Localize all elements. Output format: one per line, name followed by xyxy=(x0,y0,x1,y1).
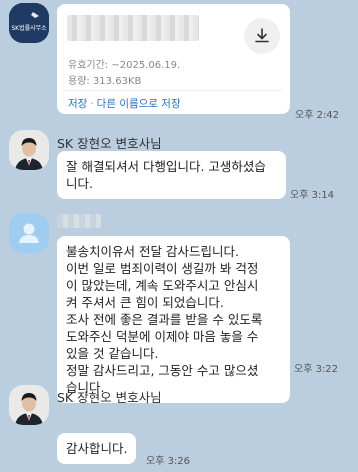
message-line: 불송치이유서 전달 감사드립니다. xyxy=(66,244,239,259)
law-firm-logo-icon: SK법률사무소 xyxy=(9,3,49,43)
lawyer-avatar[interactable] xyxy=(9,385,49,425)
law-firm-logo-avatar[interactable]: SK법률사무소 xyxy=(9,3,49,43)
lawyer-photo-icon xyxy=(9,130,49,170)
message-time: 오후 3:14 xyxy=(290,190,335,201)
sender-name: SK 장현오 변호사님 xyxy=(57,136,162,151)
message-time: 오후 3:26 xyxy=(146,456,191,467)
download-button[interactable] xyxy=(244,18,280,54)
message-line: 정말 감사드리고, 그동안 수고 많으셨 xyxy=(66,363,259,378)
lawyer-avatar[interactable] xyxy=(9,130,49,170)
download-icon xyxy=(255,28,269,43)
save-as-link[interactable]: 다른 이름으로 저장 xyxy=(97,98,181,110)
message-line: 이 많았는데, 계속 도와주시고 안심시 xyxy=(66,278,259,293)
file-expiry: 유효기간: ~2025.06.19. xyxy=(68,60,181,71)
sender-name: SK 장현오 변호사님 xyxy=(57,390,162,405)
message-time: 오후 2:42 xyxy=(295,110,340,121)
message-line: 감사합니다. xyxy=(66,441,128,456)
message-line: 조사 전에 좋은 결과를 받을 수 있도록 xyxy=(66,312,263,327)
default-profile-icon xyxy=(9,213,49,253)
sender-name-redacted xyxy=(57,214,101,228)
file-actions: 저장 · 다른 이름으로 저장 xyxy=(68,96,181,111)
message-line: 도와주신 덕분에 이제야 마음 놓을 수 xyxy=(66,329,259,344)
message-line: 니다. xyxy=(66,176,93,191)
message-line: 켜 주셔서 큰 힘이 되었습니다. xyxy=(66,295,224,310)
svg-text:SK법률사무소: SK법률사무소 xyxy=(11,24,47,32)
file-attachment-card[interactable]: 유효기간: ~2025.06.19. 용량: 313.63KB 저장 · 다른 이름… xyxy=(57,4,290,114)
message-bubble[interactable]: 불송치이유서 전달 감사드립니다. 이번 일로 범죄이력이 생길까 봐 걱정 이… xyxy=(57,236,290,403)
user-avatar[interactable] xyxy=(9,213,49,253)
file-name-redacted xyxy=(67,15,199,41)
file-size: 용량: 313.63KB xyxy=(68,76,142,87)
message-time: 오후 3:22 xyxy=(294,364,339,375)
message-line: 잘 해결되셔서 다행입니다. 고생하셨습 xyxy=(66,159,266,174)
action-separator: · xyxy=(90,98,94,110)
save-link[interactable]: 저장 xyxy=(68,98,87,110)
message-line: 있을 것 같습니다. xyxy=(66,346,159,361)
message-bubble[interactable]: 잘 해결되셔서 다행입니다. 고생하셨습 니다. xyxy=(57,151,286,199)
message-bubble[interactable]: 감사합니다. xyxy=(57,433,137,464)
file-divider xyxy=(65,90,282,91)
lawyer-photo-icon xyxy=(9,385,49,425)
message-line: 이번 일로 범죄이력이 생길까 봐 걱정 xyxy=(66,261,259,276)
